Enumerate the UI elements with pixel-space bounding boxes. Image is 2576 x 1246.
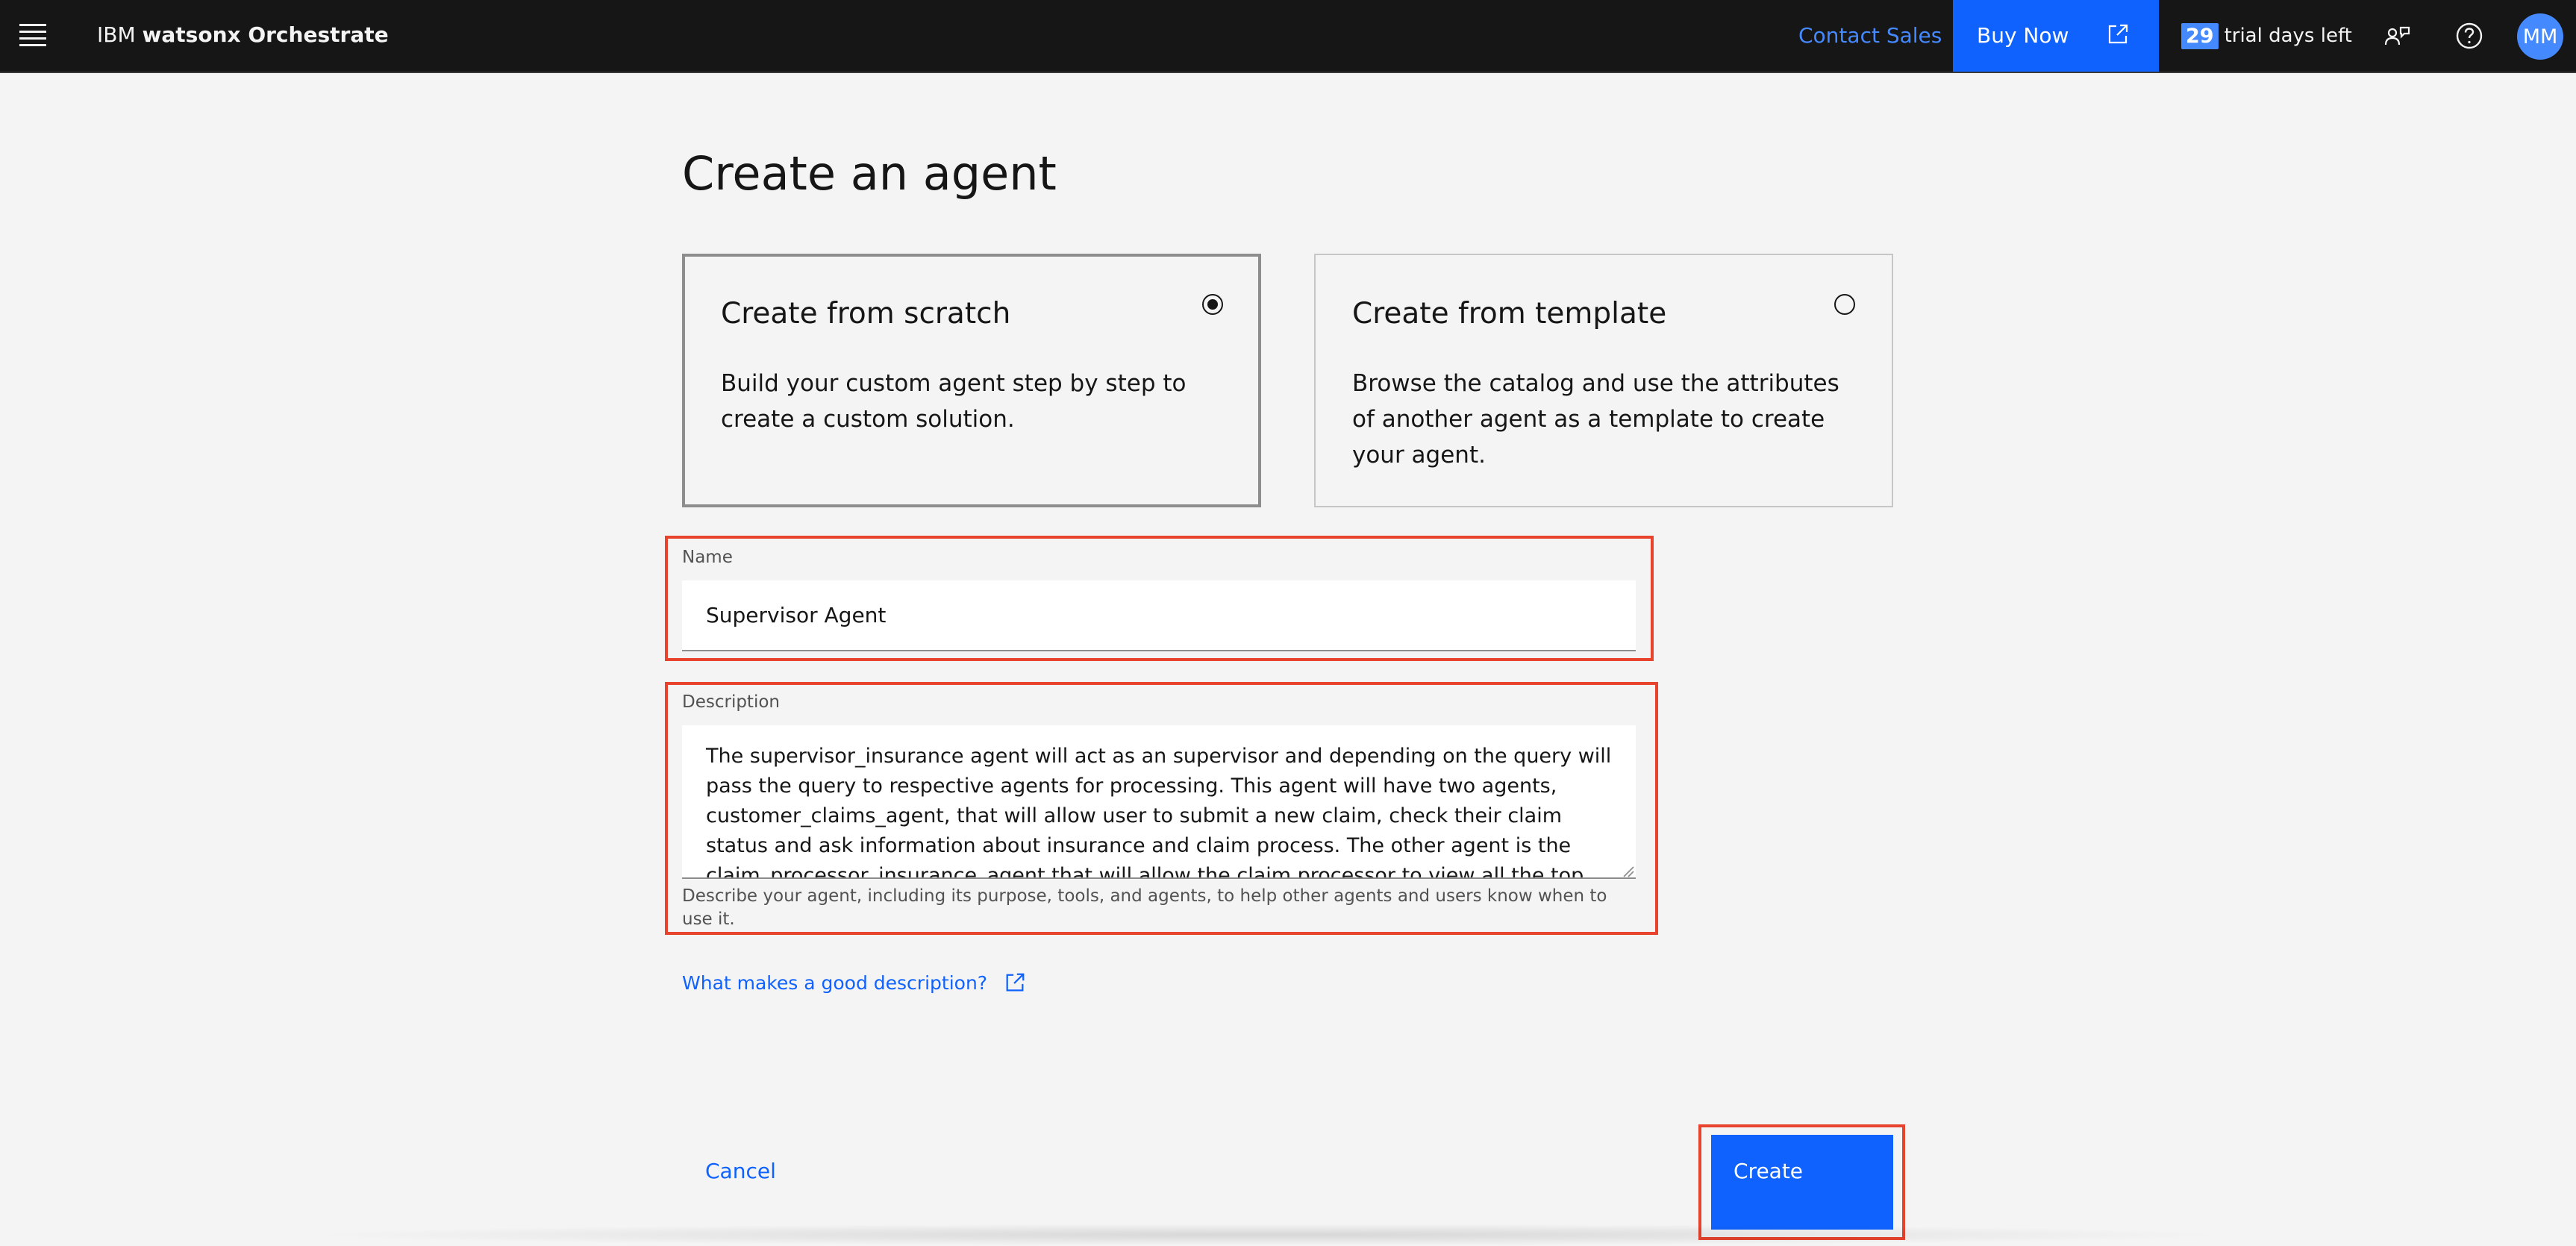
buy-now-label: Buy Now	[1977, 23, 2069, 48]
name-input[interactable]	[682, 580, 1636, 651]
option-description: Build your custom agent step by step to …	[721, 370, 1187, 433]
bottom-shadow	[298, 1224, 2239, 1246]
avatar[interactable]: MM	[2517, 13, 2563, 60]
radio-button-selected[interactable]	[1202, 294, 1223, 315]
help-icon[interactable]	[2454, 21, 2484, 51]
top-header: IBM watsonx Orchestrate Contact Sales Bu…	[0, 0, 2576, 73]
option-description: Browse the catalog and use the attribute…	[1352, 370, 1839, 469]
trial-indicator[interactable]: 29 trial days left	[2181, 20, 2352, 51]
brand-product: watsonx Orchestrate	[142, 22, 389, 47]
option-tile-create-from-scratch[interactable]: Create from scratch Build your custom ag…	[682, 254, 1261, 507]
radio-button[interactable]	[1834, 294, 1855, 315]
good-description-link[interactable]: What makes a good description?	[682, 971, 1026, 994]
description-helper-text: Describe your agent, including its purpo…	[682, 886, 1607, 929]
launch-icon	[2106, 22, 2130, 51]
trial-days-badge: 29	[2181, 22, 2219, 49]
hamburger-menu-icon[interactable]	[19, 24, 46, 46]
option-tile-create-from-template[interactable]: Create from template Browse the catalog …	[1314, 254, 1893, 507]
trial-days-text: trial days left	[2224, 25, 2352, 47]
contact-sales-link[interactable]: Contact Sales	[1798, 23, 1942, 48]
cancel-button[interactable]: Cancel	[705, 1159, 776, 1183]
help-link-label: What makes a good description?	[682, 971, 988, 994]
buy-now-button[interactable]: Buy Now	[1953, 0, 2159, 72]
page-title: Create an agent	[682, 146, 1057, 201]
description-label: Description	[682, 692, 780, 712]
name-label: Name	[682, 548, 733, 567]
launch-icon	[1006, 973, 1025, 992]
product-name[interactable]: IBM watsonx Orchestrate	[97, 22, 389, 47]
resize-handle-icon[interactable]	[1621, 864, 1634, 877]
brand-prefix: IBM	[97, 22, 136, 47]
description-textarea[interactable]: The supervisor_insurance agent will act …	[682, 725, 1636, 879]
option-title: Create from template	[1352, 297, 1667, 331]
user-switch-icon[interactable]	[2383, 21, 2413, 51]
create-button[interactable]: Create	[1711, 1135, 1893, 1230]
option-title: Create from scratch	[721, 297, 1011, 331]
